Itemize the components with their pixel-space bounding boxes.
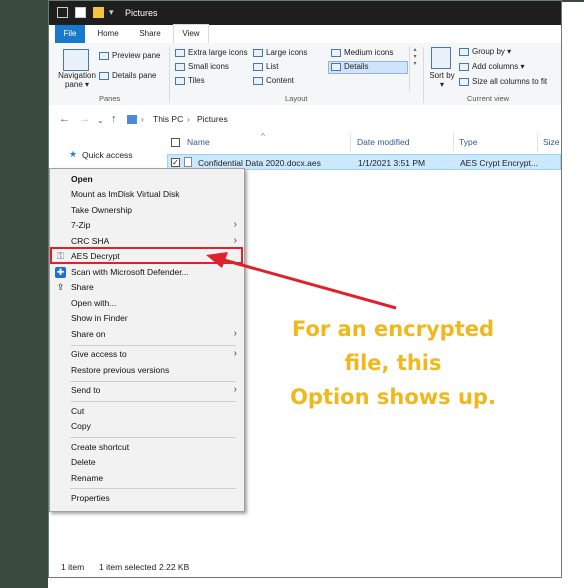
annotation-line: Option shows up. [290, 385, 496, 409]
arrow-head [206, 252, 228, 268]
annotation-line: For an encrypted [291, 317, 495, 341]
callout-arrow [206, 252, 397, 310]
annotation-callout: For an encrypted file, this Option shows… [278, 312, 508, 414]
annotation-line: file, this [344, 351, 442, 375]
arrow-shaft [223, 258, 397, 310]
